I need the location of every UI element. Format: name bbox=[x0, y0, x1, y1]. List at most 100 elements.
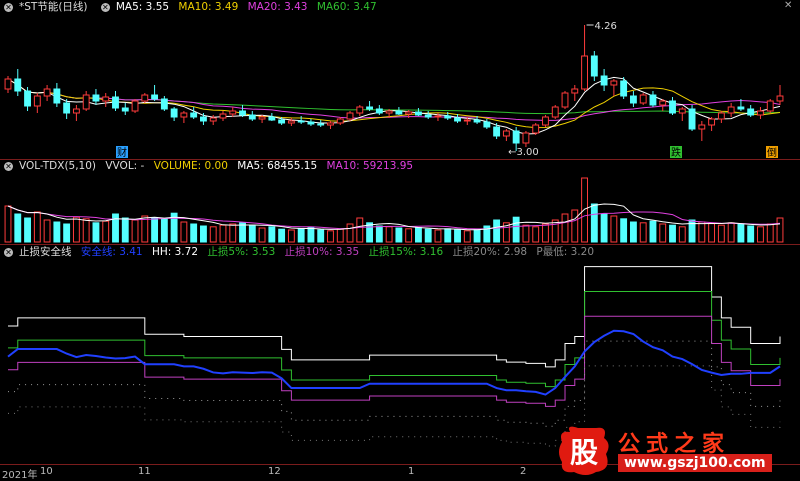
candle-body bbox=[590, 55, 598, 77]
candle-body bbox=[209, 117, 217, 122]
volume-bar bbox=[112, 213, 119, 243]
candle-body bbox=[346, 112, 354, 120]
candle-body bbox=[454, 117, 461, 122]
volume-bar bbox=[278, 228, 286, 243]
candle-body bbox=[581, 55, 588, 90]
candle-body bbox=[317, 123, 325, 126]
candle-body bbox=[473, 119, 481, 123]
chart-canvas: 4.26 ←3.00 财 跌 倒 bbox=[4, 21, 784, 447]
volume-bar bbox=[493, 219, 501, 243]
candle-body bbox=[542, 116, 549, 126]
volume-bar bbox=[581, 177, 588, 243]
candle-body bbox=[727, 106, 735, 114]
candle-body bbox=[248, 114, 256, 120]
volume-bar bbox=[14, 213, 22, 243]
volume-bar bbox=[72, 216, 80, 243]
volume-bar bbox=[82, 218, 90, 243]
close-icon[interactable]: ✕ bbox=[784, 1, 794, 11]
x-tick: 11 bbox=[138, 466, 151, 477]
volume-bar bbox=[678, 226, 686, 243]
settings-icon[interactable]: ✕ bbox=[4, 2, 13, 12]
volume-bar bbox=[307, 227, 315, 243]
volume-bar bbox=[463, 230, 471, 243]
candle-body bbox=[33, 95, 41, 107]
ma20-line bbox=[7, 78, 781, 121]
seal-char: 股 bbox=[570, 436, 598, 469]
x-tick: 2 bbox=[520, 466, 527, 477]
x-tick: 10 bbox=[40, 466, 53, 477]
candle-body bbox=[24, 90, 31, 107]
brand-site: www.gszj100.com bbox=[618, 454, 772, 472]
candle-body bbox=[180, 112, 188, 118]
zs20-label: 止损20%: 2.98 bbox=[452, 246, 528, 258]
candle-body bbox=[405, 111, 413, 115]
volume-bar bbox=[444, 228, 452, 243]
candle-body bbox=[278, 119, 286, 124]
main-title: *ST节能(日线) bbox=[19, 1, 88, 13]
candle-body bbox=[336, 118, 344, 124]
volume-bar bbox=[698, 221, 706, 243]
candle-body bbox=[141, 94, 149, 102]
candle-body bbox=[268, 116, 276, 121]
volume-bar bbox=[424, 228, 432, 243]
candle-body bbox=[160, 98, 168, 110]
volume-bar bbox=[53, 221, 61, 243]
volume-bar bbox=[297, 227, 305, 243]
volume-bar bbox=[33, 211, 41, 243]
volume-bar bbox=[405, 228, 413, 243]
safety-line-label: 安全线: 3.41 bbox=[80, 246, 143, 258]
candle-body bbox=[258, 116, 266, 120]
volume-bar bbox=[375, 225, 383, 243]
volume-bar bbox=[63, 223, 71, 243]
volume-bar bbox=[356, 217, 364, 243]
candle-body bbox=[63, 102, 71, 114]
volume-bar bbox=[4, 205, 12, 243]
ma20-label: MA20: 3.43 bbox=[247, 1, 308, 13]
volume-bar bbox=[190, 223, 198, 243]
volume-bar bbox=[209, 226, 217, 243]
zs15-label: 止损15%: 3.16 bbox=[368, 246, 444, 258]
candle-body bbox=[131, 100, 139, 112]
volume-bar bbox=[317, 229, 325, 243]
volume-bar bbox=[268, 226, 276, 243]
volume-bar bbox=[43, 219, 51, 243]
low-annotation: ←3.00 bbox=[508, 147, 539, 158]
volume-bar bbox=[258, 227, 266, 243]
volume-bar bbox=[102, 220, 110, 243]
candle-body bbox=[512, 130, 520, 144]
volume-bar bbox=[92, 222, 100, 243]
candle-body bbox=[102, 96, 110, 102]
candle-body bbox=[366, 106, 374, 110]
volume-bar bbox=[561, 213, 569, 243]
vvol-label: VVOL: - bbox=[105, 160, 145, 172]
volume-bar bbox=[737, 223, 745, 243]
candle-body bbox=[53, 88, 61, 104]
vol-settings-icon[interactable]: ✕ bbox=[4, 161, 13, 171]
seal-icon: 股 bbox=[559, 426, 609, 475]
candle-body bbox=[717, 112, 725, 120]
ind-settings-icon[interactable]: ✕ bbox=[4, 247, 13, 257]
hh-label: HH: 3.72 bbox=[151, 246, 198, 258]
candle-body bbox=[151, 94, 159, 100]
x-tick: 12 bbox=[268, 466, 281, 477]
volume-bar bbox=[327, 230, 334, 243]
candle-body bbox=[708, 118, 716, 126]
ma5-label: MA5: 3.55 bbox=[115, 1, 170, 13]
high-annotation: 4.26 bbox=[595, 21, 617, 32]
candle-body bbox=[190, 112, 198, 118]
volume-bar bbox=[395, 227, 403, 243]
candle-body bbox=[737, 106, 745, 110]
volume-bar bbox=[590, 203, 598, 243]
volume-bar bbox=[151, 217, 159, 243]
volume-bar bbox=[542, 223, 549, 243]
toggle-icon[interactable]: ✕ bbox=[100, 2, 110, 12]
candle-body bbox=[327, 122, 334, 126]
ma10-label: MA10: 3.49 bbox=[178, 1, 239, 13]
volume-bar bbox=[766, 223, 774, 243]
candle-body bbox=[356, 106, 364, 114]
volume-bar bbox=[239, 222, 246, 243]
candle-body bbox=[463, 119, 471, 122]
candle-body bbox=[502, 130, 510, 137]
zs5-line bbox=[8, 290, 781, 388]
volume-bar bbox=[659, 223, 667, 243]
